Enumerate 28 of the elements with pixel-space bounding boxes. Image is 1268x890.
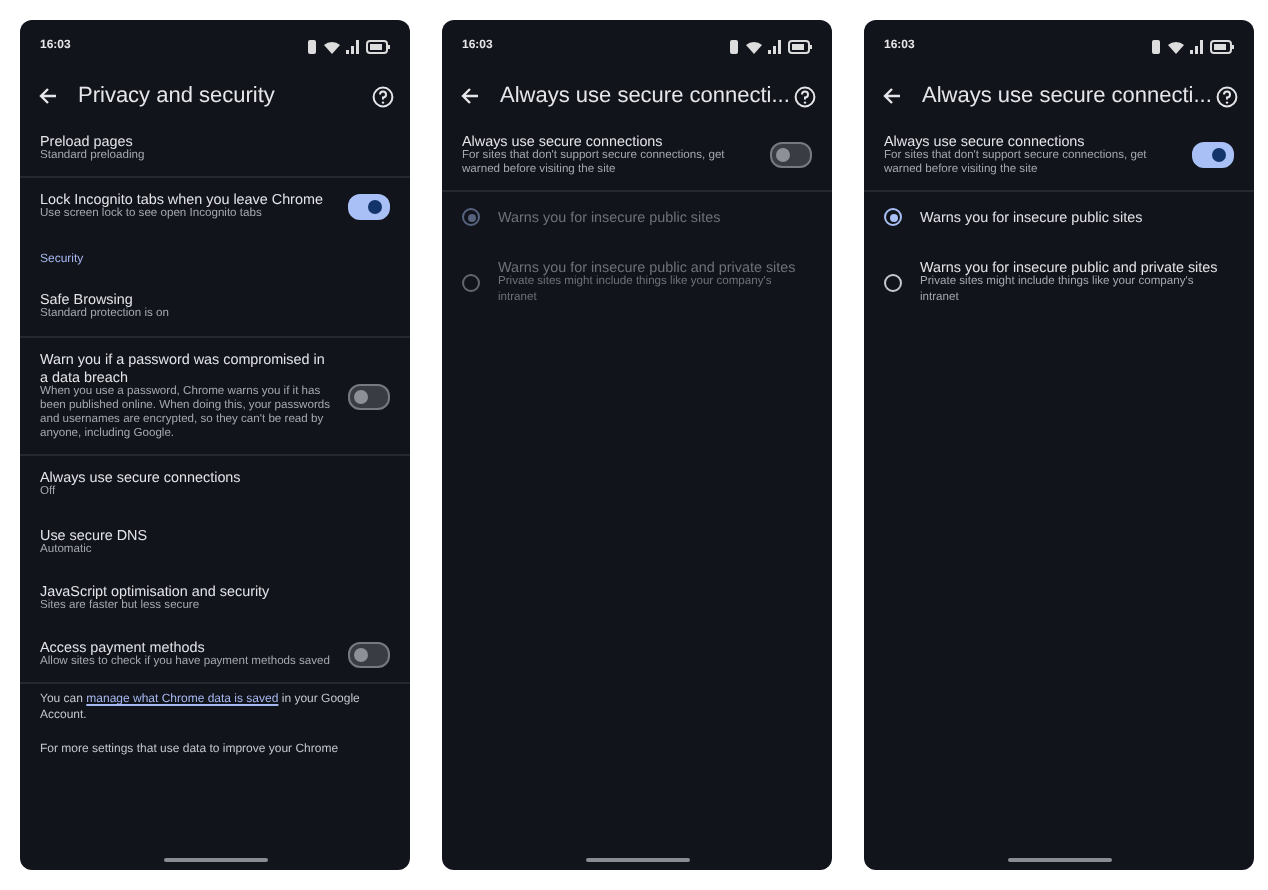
signal-icon	[768, 39, 782, 53]
help-button[interactable]	[1214, 84, 1238, 108]
vibrate-icon	[728, 39, 740, 53]
battery-icon	[1210, 39, 1234, 53]
help-button[interactable]	[370, 84, 394, 108]
wifi-icon	[1168, 39, 1184, 53]
toggle-switch[interactable]	[770, 142, 812, 169]
toggle-switch[interactable]	[348, 383, 390, 410]
vibrate-icon	[1150, 39, 1162, 53]
radio-button[interactable]	[884, 273, 902, 292]
signal-icon	[346, 39, 360, 53]
page-title: Privacy and security	[78, 84, 277, 108]
help-button[interactable]	[792, 84, 816, 108]
back-button[interactable]	[458, 84, 482, 108]
vibrate-icon	[306, 39, 318, 53]
page-title: Always use secure connecti...	[500, 84, 792, 108]
wifi-icon	[746, 39, 762, 53]
back-button[interactable]	[880, 84, 904, 108]
back-button[interactable]	[36, 84, 60, 108]
battery-icon	[366, 39, 390, 53]
page-title: Always use secure connecti...	[922, 84, 1214, 108]
signal-icon	[1190, 39, 1204, 53]
toggle-switch[interactable]	[1192, 142, 1234, 169]
battery-icon	[788, 39, 812, 53]
wifi-icon	[324, 39, 340, 53]
toggle-switch[interactable]	[348, 641, 390, 668]
radio-button[interactable]	[884, 208, 902, 227]
toggle-switch[interactable]	[348, 193, 390, 220]
